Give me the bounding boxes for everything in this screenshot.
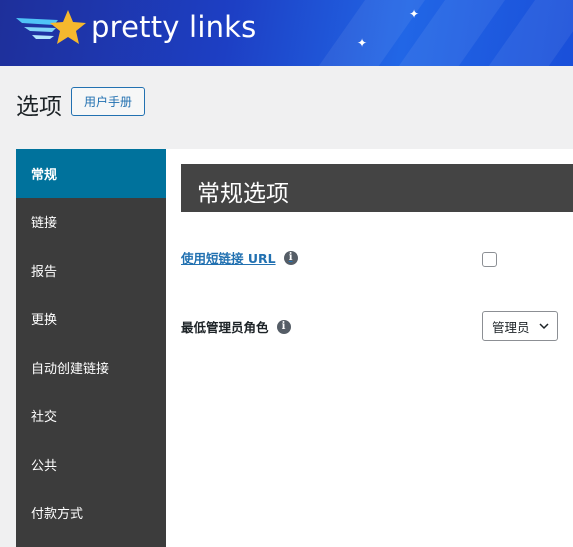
section-title: 常规选项 (197, 181, 289, 207)
star-logo-icon (16, 10, 86, 44)
section-header: 常规选项 (181, 164, 573, 212)
select-value: 管理员 (492, 319, 530, 335)
info-icon[interactable]: i (283, 250, 298, 265)
setting-row-min-admin-role: 最低管理员角色 i (181, 317, 291, 336)
min-admin-role-label: 最低管理员角色 (181, 320, 269, 335)
sidebar-item-payment-methods[interactable]: 付款方式 (16, 489, 166, 538)
short-url-checkbox[interactable] (482, 252, 497, 267)
user-manual-button[interactable]: 用户手册 (71, 87, 145, 116)
header-banner: pretty links ✦ ✦ (0, 0, 573, 66)
min-admin-role-select[interactable]: 管理员 (482, 311, 558, 341)
sidebar-item-auto-create-links[interactable]: 自动创建链接 (16, 343, 166, 392)
sidebar-item-social[interactable]: 社交 (16, 392, 166, 441)
setting-row-short-url: 使用短链接 URL i (181, 248, 298, 267)
sidebar-item-public[interactable]: 公共 (16, 440, 166, 489)
options-sidebar: 常规 链接 报告 更换 自动创建链接 社交 公共 付款方式 (16, 149, 166, 547)
sparkle-icon: ✦ (357, 36, 368, 50)
sidebar-item-general[interactable]: 常规 (16, 149, 166, 198)
sidebar-item-reports[interactable]: 报告 (16, 246, 166, 295)
brand-name: pretty links (91, 10, 257, 44)
chevron-down-icon (539, 323, 549, 330)
sidebar-item-links[interactable]: 链接 (16, 198, 166, 247)
logo[interactable] (14, 8, 89, 52)
short-url-label[interactable]: 使用短链接 URL (181, 248, 276, 267)
info-icon[interactable]: i (276, 319, 291, 334)
main-panel: 常规选项 使用短链接 URL i 最低管理员角色 i 管理员 (166, 149, 573, 547)
sparkle-icon: ✦ (409, 7, 420, 21)
page-title: 选项 (16, 94, 62, 120)
sidebar-item-replacements[interactable]: 更换 (16, 295, 166, 344)
